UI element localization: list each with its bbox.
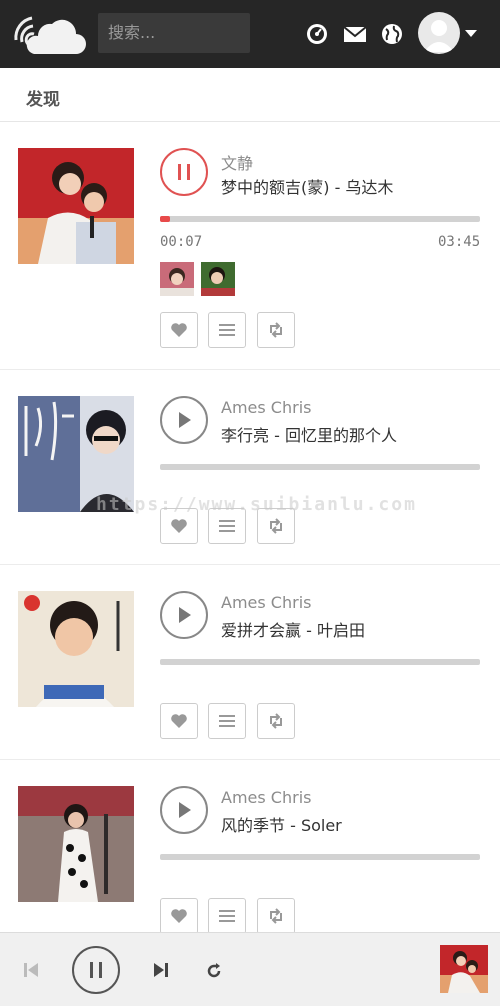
song-title[interactable]: 风的季节 - Soler bbox=[221, 812, 342, 836]
share-button[interactable] bbox=[256, 703, 295, 739]
album-cover[interactable] bbox=[18, 148, 134, 264]
retweet-icon bbox=[269, 908, 282, 924]
progress-bar[interactable] bbox=[160, 216, 480, 222]
next-button[interactable] bbox=[152, 961, 170, 979]
playlist-button[interactable] bbox=[208, 312, 247, 348]
song-title[interactable]: 李行亮 - 回忆里的那个人 bbox=[221, 422, 397, 446]
artist-name[interactable]: Ames Chris bbox=[221, 788, 311, 807]
heart-icon bbox=[171, 323, 187, 337]
listener-avatar[interactable] bbox=[201, 262, 236, 296]
album-cover[interactable] bbox=[18, 786, 134, 902]
retweet-icon bbox=[269, 518, 282, 534]
progress-bar[interactable] bbox=[160, 659, 480, 665]
mail-icon[interactable] bbox=[343, 22, 367, 46]
play-icon bbox=[179, 412, 191, 428]
song-item: 文静 梦中的额吉(蒙) - 乌达木 00:07 03:45 bbox=[0, 122, 500, 370]
play-button[interactable] bbox=[160, 786, 208, 834]
retweet-icon bbox=[269, 322, 282, 338]
play-button[interactable] bbox=[160, 591, 208, 639]
song-item: Ames Chris 风的季节 - Soler bbox=[0, 760, 500, 955]
pause-button[interactable] bbox=[160, 148, 208, 196]
dashboard-icon[interactable] bbox=[305, 22, 329, 46]
song-item: Ames Chris 爱拼才会赢 - 叶启田 bbox=[0, 565, 500, 760]
top-navbar: 搜索... bbox=[0, 0, 500, 68]
play-icon bbox=[179, 607, 191, 623]
share-button[interactable] bbox=[256, 312, 295, 348]
song-actions bbox=[160, 312, 301, 353]
like-button[interactable] bbox=[160, 703, 198, 739]
pause-icon bbox=[90, 962, 102, 978]
progress-fill bbox=[160, 216, 170, 222]
list-icon bbox=[219, 324, 236, 336]
skip-forward-icon bbox=[154, 963, 168, 977]
share-button[interactable] bbox=[256, 898, 295, 934]
like-button[interactable] bbox=[160, 312, 198, 348]
page-title: 发现 bbox=[26, 90, 60, 110]
playlist-button[interactable] bbox=[208, 898, 247, 934]
song-actions bbox=[160, 703, 301, 744]
pause-icon bbox=[178, 164, 190, 180]
previous-button[interactable] bbox=[22, 961, 40, 979]
skip-back-icon bbox=[24, 963, 38, 977]
list-icon bbox=[219, 910, 236, 922]
song-feed: 文静 梦中的额吉(蒙) - 乌达木 00:07 03:45 Ames Chris… bbox=[0, 122, 500, 955]
search-input[interactable]: 搜索... bbox=[98, 13, 250, 53]
watermark-text: https://www.suibianlu.com bbox=[96, 494, 417, 515]
repeat-icon bbox=[207, 963, 221, 978]
list-icon bbox=[219, 715, 236, 727]
globe-icon[interactable] bbox=[380, 22, 404, 46]
song-item: Ames Chris 李行亮 - 回忆里的那个人 bbox=[0, 370, 500, 565]
play-icon bbox=[179, 802, 191, 818]
listener-avatar[interactable] bbox=[160, 262, 194, 296]
list-icon bbox=[219, 520, 236, 532]
caret-down-icon[interactable] bbox=[465, 30, 477, 38]
progress-bar[interactable] bbox=[160, 464, 480, 470]
artist-name[interactable]: Ames Chris bbox=[221, 593, 311, 612]
artist-name[interactable]: Ames Chris bbox=[221, 398, 311, 417]
play-button[interactable] bbox=[160, 396, 208, 444]
listener-avatars bbox=[160, 262, 238, 296]
artist-name[interactable]: 文静 bbox=[221, 150, 253, 174]
progress-bar[interactable] bbox=[160, 854, 480, 860]
duration: 03:45 bbox=[438, 234, 481, 250]
cloud-logo-icon[interactable] bbox=[12, 10, 86, 56]
heart-icon bbox=[171, 714, 187, 728]
repeat-button[interactable] bbox=[204, 961, 224, 981]
song-title[interactable]: 梦中的额吉(蒙) - 乌达木 bbox=[221, 174, 393, 198]
current-time: 00:07 bbox=[160, 234, 203, 250]
player-pause-button[interactable] bbox=[72, 946, 120, 994]
song-title[interactable]: 爱拼才会赢 - 叶启田 bbox=[221, 617, 365, 641]
heart-icon bbox=[171, 909, 187, 923]
heart-icon bbox=[171, 519, 187, 533]
like-button[interactable] bbox=[160, 898, 198, 934]
subheader: 发现 bbox=[0, 68, 500, 122]
album-cover[interactable] bbox=[18, 591, 134, 707]
playlist-button[interactable] bbox=[208, 703, 247, 739]
now-playing-cover[interactable] bbox=[440, 945, 488, 993]
player-bar bbox=[0, 932, 500, 1006]
retweet-icon bbox=[269, 713, 282, 729]
user-avatar-icon[interactable] bbox=[418, 12, 460, 54]
